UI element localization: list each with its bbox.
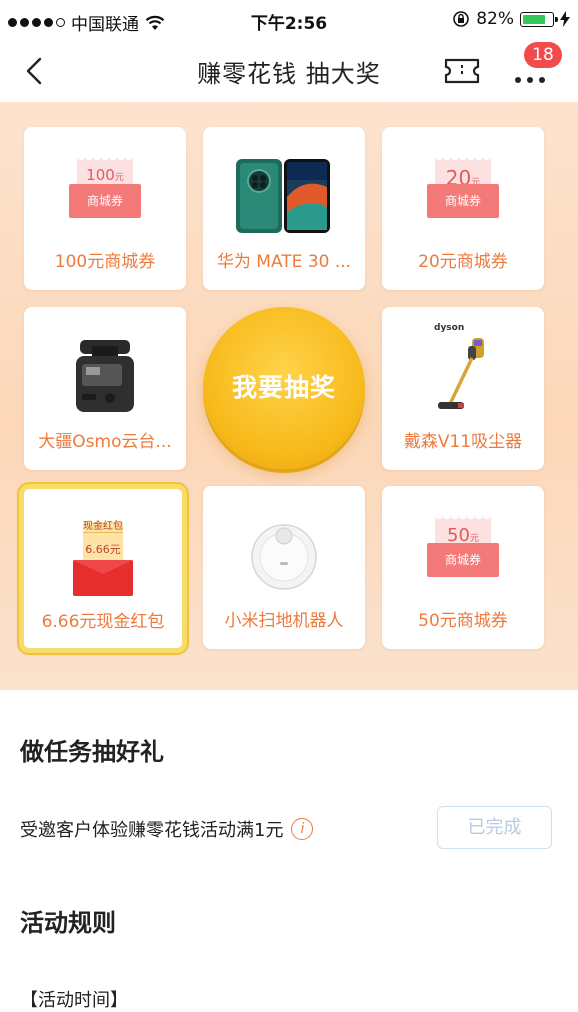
navigation-bar: 赚零花钱 抽大奖 18 bbox=[0, 40, 578, 102]
charging-icon bbox=[560, 11, 570, 27]
smartphone-icon bbox=[236, 159, 330, 233]
red-packet-value: 6.66元 bbox=[85, 543, 121, 556]
page-title: 赚零花钱 抽大奖 bbox=[197, 60, 381, 88]
rules-section-title: 活动规则 bbox=[20, 909, 116, 937]
coupon-text: 商城券 bbox=[69, 184, 141, 218]
task-description: 受邀客户体验赚零花钱活动满1元 bbox=[20, 820, 284, 841]
coupon-text: 商城券 bbox=[427, 184, 499, 218]
prize-label: 6.66元现金红包 bbox=[41, 612, 165, 632]
orientation-lock-icon bbox=[453, 11, 470, 27]
prize-label: 华为 MATE 30 ... bbox=[216, 252, 352, 272]
more-dots-icon bbox=[515, 77, 545, 83]
task-item: 受邀客户体验赚零花钱活动满1元 i bbox=[20, 816, 314, 842]
status-bar: 中国联通 下午2:56 82% bbox=[0, 0, 578, 40]
prize-card-xiaomi-robot[interactable]: 小米扫地机器人 bbox=[203, 486, 365, 649]
coupon-icon: 20元 商城券 bbox=[427, 156, 499, 220]
battery-percent: 82% bbox=[476, 9, 514, 29]
prize-card-dyson-v11[interactable]: dyson 戴森V11吸尘器 bbox=[382, 307, 544, 470]
tasks-section-title: 做任务抽好礼 bbox=[20, 738, 164, 766]
prize-label: 20元商城券 bbox=[418, 252, 508, 272]
prize-card-coupon-20[interactable]: 20元 商城券 20元商城券 bbox=[382, 127, 544, 290]
coupon-unit: 元 bbox=[114, 173, 124, 183]
prize-grid: 100元 商城券 100元商城券 华为 MATE 30 ... 20元 商城券 … bbox=[0, 102, 578, 690]
prize-card-red-packet[interactable]: 现金红包 6.66元 6.66元现金红包 bbox=[19, 484, 187, 653]
draw-button[interactable]: 我要抽奖 bbox=[203, 307, 365, 469]
prize-label: 大疆Osmo云台... bbox=[38, 432, 172, 452]
red-packet-header: 现金红包 bbox=[83, 521, 123, 532]
prize-label: 小米扫地机器人 bbox=[224, 611, 344, 631]
prize-card-coupon-100[interactable]: 100元 商城券 100元商城券 bbox=[24, 127, 186, 290]
battery-icon bbox=[520, 11, 558, 27]
prize-card-dji-osmo[interactable]: 大疆Osmo云台... bbox=[24, 307, 186, 470]
coupon-icon: 100元 商城券 bbox=[69, 156, 141, 220]
prize-card-huawei-mate30[interactable]: 华为 MATE 30 ... bbox=[203, 127, 365, 290]
prize-label: 100元商城券 bbox=[54, 252, 156, 272]
prize-card-coupon-50[interactable]: 50元 商城券 50元商城券 bbox=[382, 486, 544, 649]
coupon-text: 商城券 bbox=[427, 543, 499, 577]
notification-badge: 18 bbox=[524, 42, 562, 68]
coupon-icon: 50元 商城券 bbox=[427, 515, 499, 579]
camera-icon bbox=[76, 340, 134, 412]
prize-label: 戴森V11吸尘器 bbox=[403, 432, 523, 452]
info-icon[interactable]: i bbox=[291, 818, 314, 840]
coupon-value: 100 bbox=[86, 166, 115, 184]
robot-vacuum-icon bbox=[251, 524, 317, 590]
ticket-button[interactable] bbox=[444, 56, 480, 86]
prize-label: 50元商城券 bbox=[418, 611, 508, 631]
rules-subtitle: 【活动时间】 bbox=[20, 990, 128, 1011]
status-right: 82% bbox=[452, 9, 570, 29]
red-packet-icon bbox=[73, 522, 133, 596]
dyson-brand-label: dyson bbox=[434, 323, 464, 333]
task-completed-button[interactable]: 已完成 bbox=[437, 806, 552, 849]
vacuum-icon: dyson bbox=[434, 323, 484, 409]
